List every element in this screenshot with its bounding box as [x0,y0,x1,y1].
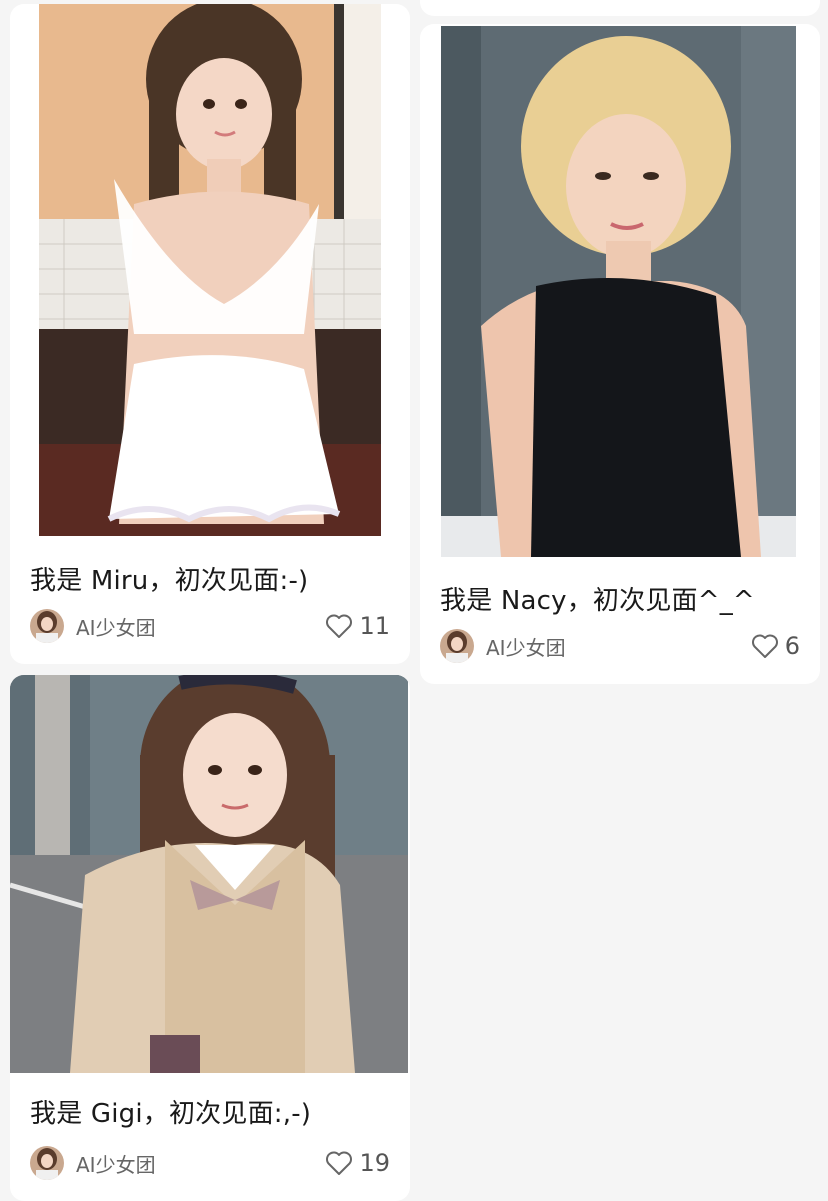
post-card-nacy[interactable]: 我是 Nacy，初次见面^_^ AI少女团 6 [420,24,820,684]
post-card-gigi[interactable]: 我是 Gigi，初次见面:,-) AI少女团 19 [10,675,410,1201]
post-card-miru[interactable]: 我是 Miru，初次见面:-) AI少女团 11 [10,4,410,664]
heart-icon [325,1150,353,1176]
like-button[interactable]: 6 [751,632,800,660]
heart-icon [751,633,779,659]
like-count: 19 [359,1149,390,1177]
author-name[interactable]: AI少女团 [486,632,566,661]
post-title[interactable]: 我是 Nacy，初次见面^_^ [440,580,755,617]
like-count: 11 [359,612,390,640]
post-meta: AI少女团 11 [30,608,390,644]
post-meta: AI少女团 19 [30,1145,390,1181]
like-count: 6 [784,632,800,660]
like-button[interactable]: 11 [325,612,390,640]
post-image-gigi[interactable] [10,675,408,1073]
previous-card-bottom [420,0,820,16]
post-title[interactable]: 我是 Miru，初次见面:-) [30,560,308,597]
waterfall-feed: 我是 Miru，初次见面:-) AI少女团 11 我是 Nacy，初次见面^_^… [0,0,828,1201]
like-button[interactable]: 19 [325,1149,390,1177]
post-title[interactable]: 我是 Gigi，初次见面:,-) [30,1093,311,1130]
heart-icon [325,613,353,639]
author-name[interactable]: AI少女团 [76,612,156,641]
post-image-miru[interactable] [39,4,381,536]
author-avatar[interactable] [440,629,474,663]
author-avatar[interactable] [30,1146,64,1180]
post-meta: AI少女团 6 [440,628,800,664]
post-image-nacy[interactable] [441,26,796,557]
author-avatar[interactable] [30,609,64,643]
author-name[interactable]: AI少女团 [76,1149,156,1178]
